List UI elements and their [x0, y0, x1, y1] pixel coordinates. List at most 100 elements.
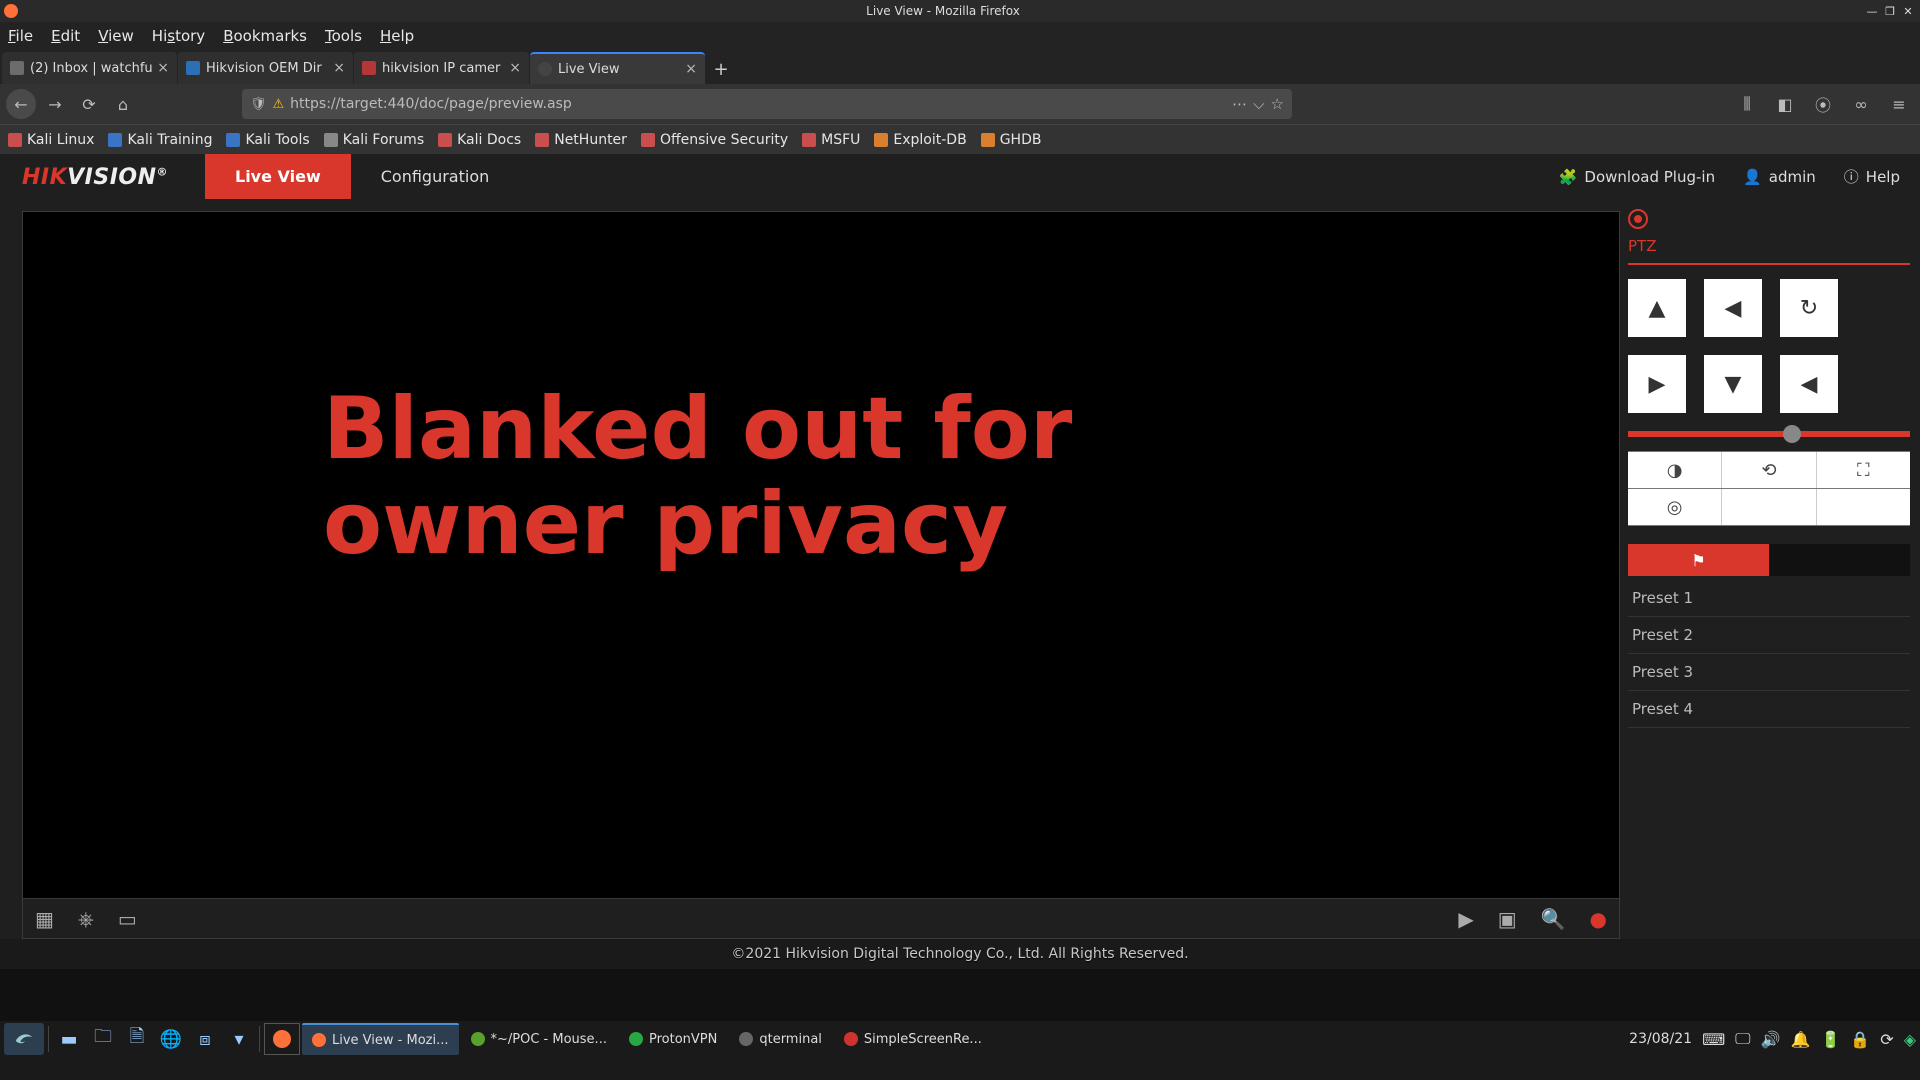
preset-item[interactable]: Preset 2: [1628, 617, 1910, 654]
help-link[interactable]: ⓘ Help: [1844, 166, 1900, 187]
minimize-button[interactable]: —: [1864, 3, 1880, 19]
volume-tray-icon[interactable]: 🔊: [1761, 1030, 1781, 1049]
ptz-up-button[interactable]: ▲: [1628, 279, 1686, 337]
preset-tab-flag[interactable]: ⚑: [1628, 544, 1769, 576]
bookmark-star-icon[interactable]: ☆: [1271, 95, 1284, 113]
flag-icon: ⚑: [1691, 551, 1705, 570]
maximize-button[interactable]: ❐: [1882, 3, 1898, 19]
iris-icon[interactable]: ◑: [1628, 452, 1722, 488]
reload-button[interactable]: ⟳: [74, 89, 104, 119]
menu-bookmarks[interactable]: Bookmarks: [223, 27, 307, 45]
menu-file[interactable]: File: [8, 27, 33, 45]
ptz-left-button[interactable]: ◀: [1780, 355, 1838, 413]
battery-tray-icon[interactable]: 🔋: [1820, 1030, 1840, 1049]
record-icon[interactable]: ●: [1590, 907, 1607, 931]
menu-tools[interactable]: Tools: [325, 27, 362, 45]
page-actions-icon[interactable]: ⋯: [1232, 95, 1247, 113]
url-bar[interactable]: 🛡 ⚠ https://target:440/doc/page/preview.…: [242, 89, 1292, 119]
tab-live-view[interactable]: Live View ×: [530, 52, 705, 84]
terminal-icon[interactable]: ⧈: [189, 1023, 221, 1055]
tab-hikvision-oem[interactable]: Hikvision OEM Dir ×: [178, 52, 353, 84]
download-plugin-link[interactable]: 🧩 Download Plug-in: [1559, 168, 1715, 186]
forward-button[interactable]: →: [40, 89, 70, 119]
focus-icon[interactable]: ⟲: [1722, 452, 1816, 488]
firefox-quicklaunch[interactable]: [264, 1023, 300, 1055]
fullscreen-icon[interactable]: ⛶: [1817, 452, 1910, 488]
bookmark-kali-training[interactable]: Kali Training: [108, 132, 212, 148]
close-tab-icon[interactable]: ×: [157, 60, 169, 76]
ptz-speed-slider[interactable]: [1628, 431, 1910, 437]
bookmark-kali-tools[interactable]: Kali Tools: [226, 132, 309, 148]
app-menu-icon[interactable]: ≡: [1884, 89, 1914, 119]
taskbar-app-mousepad[interactable]: *~/POC - Mouse...: [461, 1023, 617, 1055]
library-icon[interactable]: ⫼: [1732, 89, 1762, 119]
app-launcher-button[interactable]: [4, 1023, 44, 1055]
user-menu[interactable]: 👤 admin: [1743, 168, 1816, 186]
browser-globe-icon[interactable]: 🌐: [155, 1023, 187, 1055]
bookmark-kali-docs[interactable]: Kali Docs: [438, 132, 521, 148]
close-tab-icon[interactable]: ×: [509, 60, 521, 76]
menu-help[interactable]: Help: [380, 27, 414, 45]
tab-shodan[interactable]: hikvision IP camer ×: [354, 52, 529, 84]
light-icon[interactable]: ◎: [1628, 489, 1722, 525]
bookmark-ghdb[interactable]: GHDB: [981, 132, 1042, 148]
preset-item[interactable]: Preset 4: [1628, 691, 1910, 728]
bookmark-msfu[interactable]: MSFU: [802, 132, 860, 148]
layout-1x1-icon[interactable]: ▦: [35, 907, 54, 931]
nav-live-view[interactable]: Live View: [205, 154, 351, 199]
tracking-shield-icon[interactable]: 🛡: [250, 97, 267, 112]
play-icon[interactable]: ▶: [1458, 907, 1473, 931]
preset-item[interactable]: Preset 1: [1628, 580, 1910, 617]
bookmark-nethunter[interactable]: NetHunter: [535, 132, 627, 148]
taskbar-app-protonvpn[interactable]: ProtonVPN: [619, 1023, 727, 1055]
taskbar-app-firefox[interactable]: Live View - Mozi...: [302, 1023, 459, 1055]
shield-tray-icon[interactable]: ◈: [1904, 1030, 1916, 1049]
aux-icon[interactable]: [1817, 489, 1910, 525]
display-tray-icon[interactable]: 🖵: [1735, 1029, 1750, 1049]
taskbar-app-qterminal[interactable]: qterminal: [729, 1023, 832, 1055]
zoom-icon[interactable]: 🔍: [1541, 907, 1566, 931]
new-tab-button[interactable]: +: [706, 54, 736, 84]
ptz-play-button[interactable]: ▶: [1628, 355, 1686, 413]
snapshot-icon[interactable]: ▣: [1498, 907, 1517, 931]
nav-configuration[interactable]: Configuration: [351, 154, 520, 199]
preset-item[interactable]: Preset 3: [1628, 654, 1910, 691]
menu-history[interactable]: History: [152, 27, 205, 45]
slider-handle[interactable]: [1783, 425, 1801, 443]
lock-tray-icon[interactable]: 🔒: [1850, 1030, 1870, 1049]
bookmark-offsec[interactable]: Offensive Security: [641, 132, 788, 148]
pocket-icon[interactable]: ⌵: [1253, 95, 1264, 113]
close-tab-icon[interactable]: ×: [333, 60, 345, 76]
video-viewport[interactable]: Blanked out for owner privacy: [22, 211, 1620, 899]
dropdown-icon[interactable]: ▾: [223, 1023, 255, 1055]
taskbar-app-ssr[interactable]: SimpleScreenRe...: [834, 1023, 992, 1055]
bookmark-exploit-db[interactable]: Exploit-DB: [874, 132, 966, 148]
wiper-icon[interactable]: [1722, 489, 1816, 525]
sidebar-icon[interactable]: ◧: [1770, 89, 1800, 119]
preset-tab-patrol[interactable]: [1769, 544, 1910, 576]
clock[interactable]: 23/08/21: [1629, 1031, 1692, 1047]
back-button[interactable]: ←: [6, 89, 36, 119]
notifications-tray-icon[interactable]: 🔔: [1791, 1030, 1811, 1049]
extension-icon[interactable]: ⦿: [1808, 89, 1838, 119]
stream-icon[interactable]: ⎈: [78, 907, 94, 931]
insecure-lock-icon[interactable]: ⚠: [273, 97, 285, 112]
menu-view[interactable]: View: [98, 27, 134, 45]
files-icon[interactable]: 🗀: [87, 1023, 119, 1055]
menu-edit[interactable]: Edit: [51, 27, 80, 45]
ptz-right-button[interactable]: ◀: [1704, 279, 1762, 337]
bookmark-kali-linux[interactable]: Kali Linux: [8, 132, 94, 148]
keyboard-tray-icon[interactable]: ⌨: [1702, 1030, 1725, 1049]
aspect-icon[interactable]: ▭: [118, 907, 137, 931]
home-button[interactable]: ⌂: [108, 89, 138, 119]
show-desktop-icon[interactable]: ▬: [53, 1023, 85, 1055]
ptz-down-button[interactable]: ▼: [1704, 355, 1762, 413]
close-window-button[interactable]: ✕: [1900, 3, 1916, 19]
editor-icon[interactable]: 🗎: [121, 1023, 153, 1055]
protection-icon[interactable]: ∞: [1846, 89, 1876, 119]
refresh-tray-icon[interactable]: ⟳: [1880, 1030, 1893, 1049]
tab-inbox[interactable]: (2) Inbox | watchfu ×: [2, 52, 177, 84]
close-tab-icon[interactable]: ×: [685, 61, 697, 77]
ptz-auto-button[interactable]: ↻: [1780, 279, 1838, 337]
bookmark-kali-forums[interactable]: Kali Forums: [324, 132, 424, 148]
